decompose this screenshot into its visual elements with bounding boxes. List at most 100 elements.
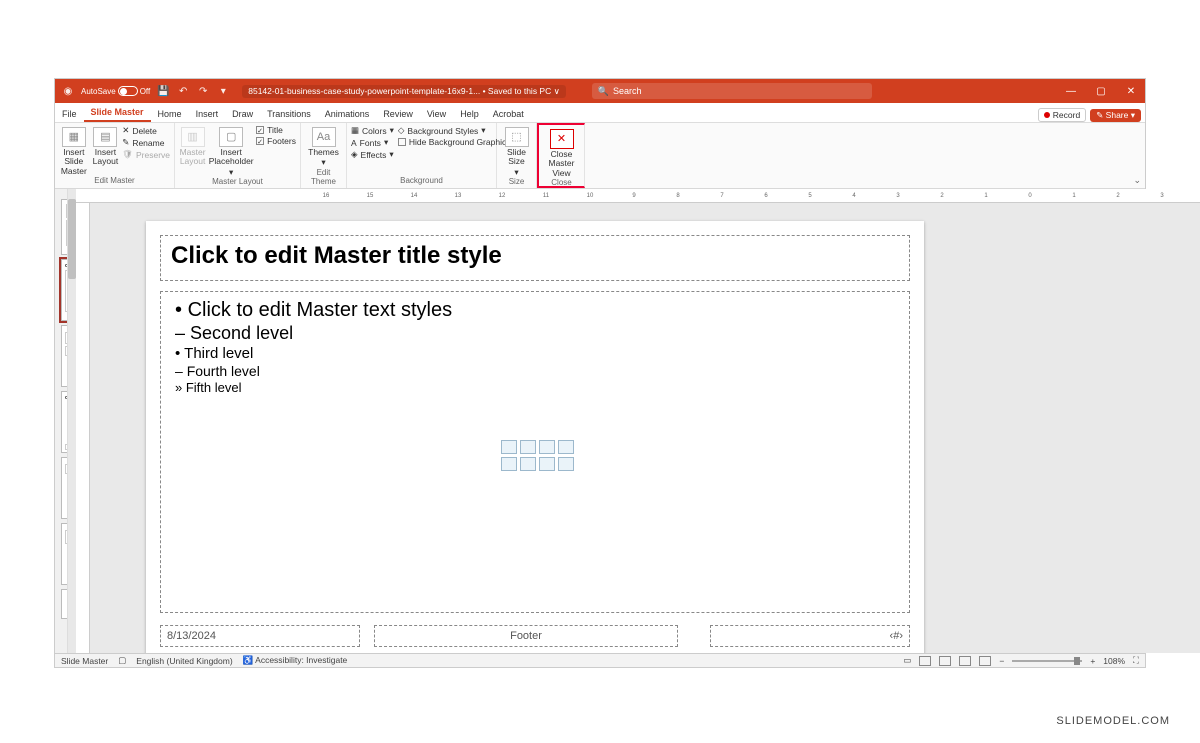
date-placeholder[interactable]: 8/13/2024 xyxy=(160,625,360,647)
zoom-level[interactable]: 108% xyxy=(1103,656,1125,666)
insert-stock-icon[interactable] xyxy=(520,440,536,454)
zoom-slider[interactable] xyxy=(1012,660,1082,662)
tab-review[interactable]: Review xyxy=(376,106,420,122)
chevron-down-icon: ▾ xyxy=(321,158,325,167)
thumb-master[interactable] xyxy=(61,199,67,255)
maximize-icon[interactable]: ▢ xyxy=(1087,79,1115,103)
insert-3d-icon[interactable] xyxy=(558,440,574,454)
qat-dropdown-icon[interactable]: ▾ xyxy=(216,84,230,98)
body-level-2: Second level xyxy=(175,323,895,344)
ribbon-collapse-icon[interactable]: ⌄ xyxy=(1133,175,1141,186)
layout-thumbnail-panel[interactable]: Click to edit Master title style Click t… xyxy=(55,189,67,653)
insert-picture-icon[interactable] xyxy=(501,440,517,454)
body-level-4: Fourth level xyxy=(175,363,895,379)
search-placeholder: Search xyxy=(613,86,642,96)
colors-button[interactable]: ▦ Colors ▾ xyxy=(351,125,394,136)
work-area: Click to edit Master title style Click t… xyxy=(55,189,1145,653)
footer-placeholder[interactable]: Footer xyxy=(374,625,678,647)
zoom-out-icon[interactable]: − xyxy=(999,656,1004,666)
thumb-layout-1[interactable]: Click to edit Master title style xyxy=(61,259,67,321)
group-label-master-layout: Master Layout xyxy=(179,177,296,187)
insert-chart-icon[interactable] xyxy=(558,457,574,471)
thumb-layout-4[interactable] xyxy=(61,457,67,519)
insert-layout-button[interactable]: ▤Insert Layout xyxy=(93,125,119,167)
slide-master-icon: ▦ xyxy=(62,127,86,147)
bg-styles-button[interactable]: ◇ Background Styles ▾ xyxy=(398,125,511,136)
thumb-layout-6[interactable] xyxy=(61,589,67,619)
tab-view[interactable]: View xyxy=(420,106,453,122)
insert-online-icon[interactable] xyxy=(539,440,555,454)
zoom-in-icon[interactable]: + xyxy=(1090,656,1095,666)
tab-home[interactable]: Home xyxy=(151,106,189,122)
panel-scrollbar[interactable] xyxy=(67,189,76,653)
insert-video-icon[interactable] xyxy=(501,457,517,471)
body-level-5: Fifth level xyxy=(175,380,895,395)
body-placeholder[interactable]: Click to edit Master text styles Second … xyxy=(160,291,910,613)
insert-slide-master-button[interactable]: ▦Insert Slide Master xyxy=(59,125,89,176)
tab-transitions[interactable]: Transitions xyxy=(260,106,318,122)
view-reading-icon[interactable] xyxy=(959,656,971,666)
insert-placeholder-button[interactable]: ▢Insert Placeholder▾ xyxy=(210,125,252,177)
status-language[interactable]: English (United Kingdom) xyxy=(136,656,232,666)
undo-icon[interactable]: ↶ xyxy=(176,84,190,98)
fit-to-window-icon[interactable]: ⛶ xyxy=(1133,655,1139,666)
close-icon: ✕ xyxy=(550,129,574,149)
insert-smartart-icon[interactable] xyxy=(520,457,536,471)
minimize-icon[interactable]: — xyxy=(1057,79,1085,103)
slidenum-placeholder[interactable]: ‹#› xyxy=(710,625,910,647)
record-button[interactable]: Record xyxy=(1038,108,1086,122)
close-master-view-button[interactable]: ✕Close Master View xyxy=(543,127,580,178)
view-sorter-icon[interactable] xyxy=(939,656,951,666)
thumb-layout-5[interactable] xyxy=(61,523,67,585)
preserve-button[interactable]: 🛡 Preserve xyxy=(122,149,170,160)
ruler-horizontal: 1615141312111098765432101234567891011121… xyxy=(76,189,1200,203)
status-accessibility[interactable]: ♿ Accessibility: Investigate xyxy=(243,655,348,666)
body-level-3: Third level xyxy=(175,345,895,362)
insert-table-icon[interactable] xyxy=(539,457,555,471)
tab-insert[interactable]: Insert xyxy=(189,106,226,122)
share-button[interactable]: ✎ Share ▾ xyxy=(1090,109,1141,122)
title-placeholder[interactable]: Click to edit Master title style xyxy=(160,235,910,281)
slide-master-preview: Click to edit Master title style Click t… xyxy=(146,221,924,653)
footers-checkbox[interactable]: Footers xyxy=(256,136,296,146)
effects-button[interactable]: ◈ Effects ▾ xyxy=(351,149,394,160)
group-label-edit-master: Edit Master xyxy=(59,176,170,186)
tab-slide-master[interactable]: Slide Master xyxy=(84,104,151,122)
fonts-button[interactable]: A Fonts ▾ xyxy=(351,137,394,148)
close-window-icon[interactable]: ✕ xyxy=(1117,79,1145,103)
save-icon[interactable]: 💾 xyxy=(156,84,170,98)
autosave-toggle[interactable]: AutoSave Off xyxy=(81,86,150,96)
filename-display[interactable]: 85142-01-business-case-study-powerpoint-… xyxy=(242,85,566,98)
group-label-edit-theme: Edit Theme xyxy=(305,168,342,187)
search-input[interactable]: 🔍 Search xyxy=(592,83,872,99)
view-slideshow-icon[interactable] xyxy=(979,656,991,666)
slide-size-icon: ⬚ xyxy=(505,127,529,147)
rename-button[interactable]: ✎ Rename xyxy=(122,137,170,148)
autosave-state: Off xyxy=(140,87,151,96)
ruler-vertical xyxy=(76,203,90,653)
tab-acrobat[interactable]: Acrobat xyxy=(486,106,531,122)
title-checkbox[interactable]: Title xyxy=(256,125,296,135)
tab-draw[interactable]: Draw xyxy=(225,106,260,122)
status-mode: Slide Master xyxy=(61,656,108,666)
slide-size-button[interactable]: ⬚Slide Size▾ xyxy=(501,125,532,177)
thumb-layout-2[interactable] xyxy=(61,325,67,387)
chevron-down-icon: ▾ xyxy=(229,168,233,177)
search-icon: 🔍 xyxy=(598,86,609,97)
status-icon: ▢ xyxy=(118,655,126,666)
hide-bg-checkbox[interactable]: Hide Background Graphics xyxy=(398,137,511,147)
app-icon: ◉ xyxy=(61,84,75,98)
statusbar: Slide Master ▢ English (United Kingdom) … xyxy=(55,653,1145,667)
delete-button[interactable]: ✕ Delete xyxy=(122,125,170,136)
thumb-layout-3[interactable]: Click to edit Master title style xyxy=(61,391,67,453)
tab-file[interactable]: File xyxy=(55,106,84,122)
content-placeholder-icons[interactable] xyxy=(501,440,574,471)
tab-help[interactable]: Help xyxy=(453,106,486,122)
themes-icon: Aa xyxy=(312,127,336,147)
redo-icon[interactable]: ↷ xyxy=(196,84,210,98)
tab-animations[interactable]: Animations xyxy=(318,106,377,122)
themes-button[interactable]: AaThemes▾ xyxy=(305,125,342,168)
notes-button[interactable]: ▭ xyxy=(903,655,911,666)
slide-canvas[interactable]: Click to edit Master title style Click t… xyxy=(90,203,1200,653)
view-normal-icon[interactable] xyxy=(919,656,931,666)
